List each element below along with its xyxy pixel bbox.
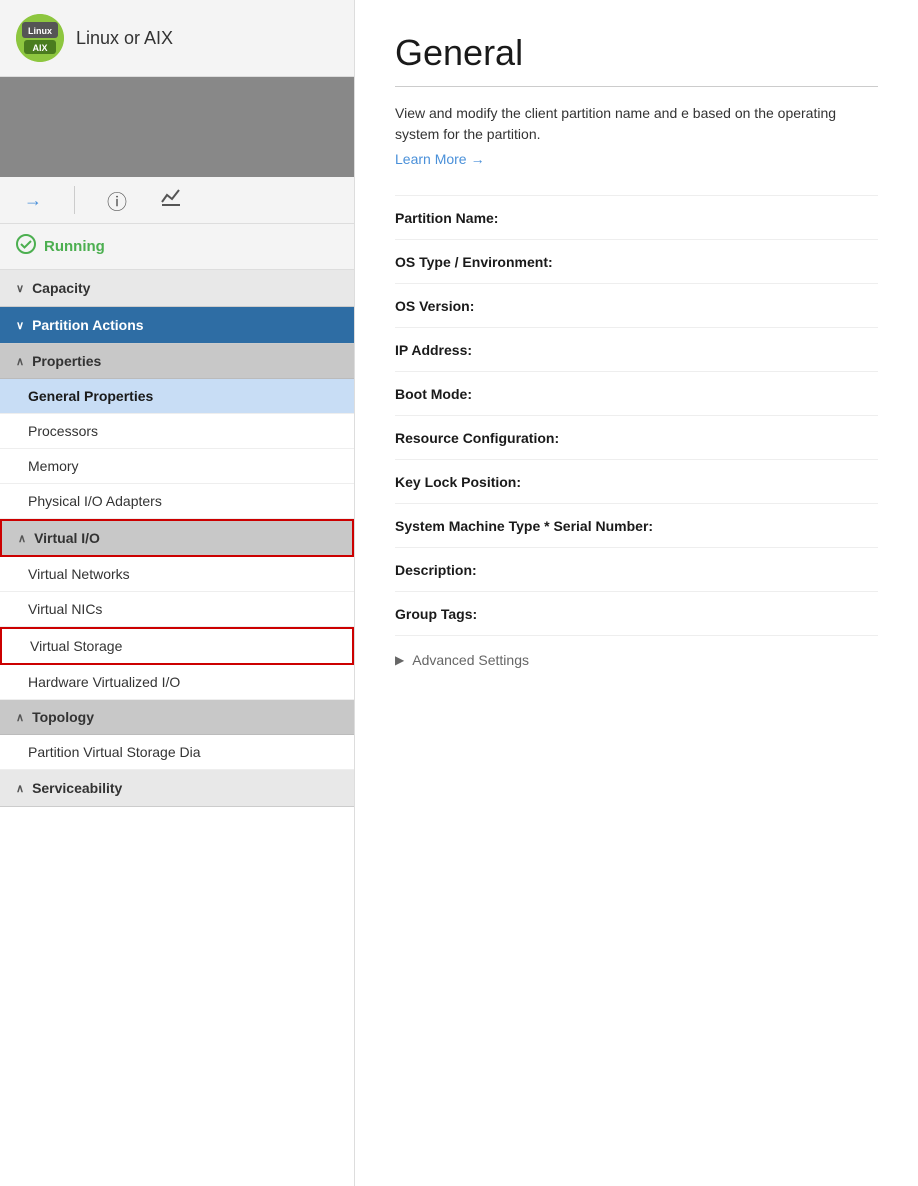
sidebar-nav-icons: → ⓘ — [0, 177, 354, 224]
svg-text:Linux: Linux — [28, 26, 52, 36]
form-row-ip-address: IP Address: — [395, 328, 878, 372]
sidebar-item-hardware-virtualized-io[interactable]: Hardware Virtualized I/O — [0, 665, 354, 700]
sidebar: Linux AIX Linux or AIX → ⓘ — [0, 0, 355, 1186]
partition-name-label: Partition Name: — [395, 210, 675, 226]
sidebar-item-partition-actions[interactable]: ∨ Partition Actions — [0, 307, 354, 344]
sidebar-item-physical-io[interactable]: Physical I/O Adapters — [0, 484, 354, 519]
learn-more-arrow-icon: → — [471, 151, 485, 167]
chart-icon-button[interactable] — [159, 185, 183, 215]
form-row-partition-name: Partition Name: — [395, 196, 878, 240]
learn-more-text: Learn More — [395, 151, 467, 167]
arrow-right-icon: → — [24, 190, 42, 211]
form-row-resource-configuration: Resource Configuration: — [395, 416, 878, 460]
sidebar-item-processors[interactable]: Processors — [0, 414, 354, 449]
learn-more-link[interactable]: Learn More → — [395, 151, 485, 167]
partition-actions-label: Partition Actions — [32, 317, 144, 333]
form-row-os-type: OS Type / Environment: — [395, 240, 878, 284]
capacity-chevron: ∨ — [16, 282, 24, 295]
processors-label: Processors — [28, 423, 98, 439]
description-text: View and modify the client partition nam… — [395, 103, 878, 145]
os-version-label: OS Version: — [395, 298, 675, 314]
sidebar-item-topology[interactable]: ∧ Topology — [0, 700, 354, 735]
sidebar-item-memory[interactable]: Memory — [0, 449, 354, 484]
virtual-networks-label: Virtual Networks — [28, 566, 130, 582]
sidebar-item-capacity[interactable]: ∨ Capacity — [0, 270, 354, 307]
page-title: General — [395, 32, 878, 74]
sidebar-item-partition-virtual-storage-dia[interactable]: Partition Virtual Storage Dia — [0, 735, 354, 770]
hardware-virt-io-label: Hardware Virtualized I/O — [28, 674, 180, 690]
partition-actions-chevron: ∨ — [16, 319, 24, 332]
advanced-settings-chevron: ▶ — [395, 653, 404, 667]
svg-text:AIX: AIX — [32, 43, 47, 53]
capacity-label: Capacity — [32, 280, 90, 296]
logo-badge: Linux AIX — [16, 14, 64, 62]
virtual-io-chevron: ∧ — [18, 532, 26, 545]
general-properties-label: General Properties — [28, 388, 153, 404]
chart-icon — [159, 185, 183, 215]
nav-divider — [74, 186, 75, 214]
group-tags-label: Group Tags: — [395, 606, 675, 622]
sidebar-title: Linux or AIX — [76, 28, 173, 49]
form-row-boot-mode: Boot Mode: — [395, 372, 878, 416]
sidebar-image — [0, 77, 354, 177]
sidebar-header: Linux AIX Linux or AIX — [0, 0, 354, 77]
main-content: General View and modify the client parti… — [355, 0, 918, 1186]
sidebar-menu: ∨ Capacity ∨ Partition Actions ∧ Propert… — [0, 270, 354, 1186]
title-divider — [395, 86, 878, 87]
properties-label: Properties — [32, 353, 101, 369]
sidebar-item-virtual-nics[interactable]: Virtual NICs — [0, 592, 354, 627]
status-check-icon — [16, 234, 36, 259]
os-type-label: OS Type / Environment: — [395, 254, 675, 270]
sidebar-item-virtual-storage[interactable]: Virtual Storage — [0, 627, 354, 665]
form-row-group-tags: Group Tags: — [395, 592, 878, 636]
sidebar-item-general-properties[interactable]: General Properties — [0, 379, 354, 414]
physical-io-label: Physical I/O Adapters — [28, 493, 162, 509]
advanced-settings-label: Advanced Settings — [412, 652, 529, 668]
system-machine-type-label: System Machine Type * Serial Number: — [395, 518, 675, 534]
resource-configuration-label: Resource Configuration: — [395, 430, 675, 446]
form-row-key-lock-position: Key Lock Position: — [395, 460, 878, 504]
virtual-io-label: Virtual I/O — [34, 530, 100, 546]
sidebar-item-serviceability[interactable]: ∧ Serviceability — [0, 770, 354, 807]
sidebar-item-virtual-networks[interactable]: Virtual Networks — [0, 557, 354, 592]
form-row-system-machine-type: System Machine Type * Serial Number: — [395, 504, 878, 548]
virtual-nics-label: Virtual NICs — [28, 601, 102, 617]
status-label: Running — [44, 238, 105, 255]
info-icon: ⓘ — [107, 186, 127, 215]
form-row-description: Description: — [395, 548, 878, 592]
advanced-settings-toggle[interactable]: ▶ Advanced Settings — [395, 636, 878, 684]
key-lock-position-label: Key Lock Position: — [395, 474, 675, 490]
partition-virt-storage-dia-label: Partition Virtual Storage Dia — [28, 744, 201, 760]
topology-label: Topology — [32, 709, 94, 725]
sidebar-item-properties[interactable]: ∧ Properties — [0, 344, 354, 379]
properties-chevron: ∧ — [16, 355, 24, 368]
boot-mode-label: Boot Mode: — [395, 386, 675, 402]
description-label: Description: — [395, 562, 675, 578]
info-icon-button[interactable]: ⓘ — [107, 186, 127, 215]
memory-label: Memory — [28, 458, 79, 474]
topology-chevron: ∧ — [16, 711, 24, 724]
form-fields: Partition Name: OS Type / Environment: O… — [395, 195, 878, 636]
ip-address-label: IP Address: — [395, 342, 675, 358]
sidebar-item-virtual-io[interactable]: ∧ Virtual I/O — [0, 519, 354, 557]
form-row-os-version: OS Version: — [395, 284, 878, 328]
virtual-storage-label: Virtual Storage — [30, 638, 122, 654]
serviceability-label: Serviceability — [32, 780, 122, 796]
running-status: Running — [0, 224, 354, 270]
serviceability-chevron: ∧ — [16, 782, 24, 795]
